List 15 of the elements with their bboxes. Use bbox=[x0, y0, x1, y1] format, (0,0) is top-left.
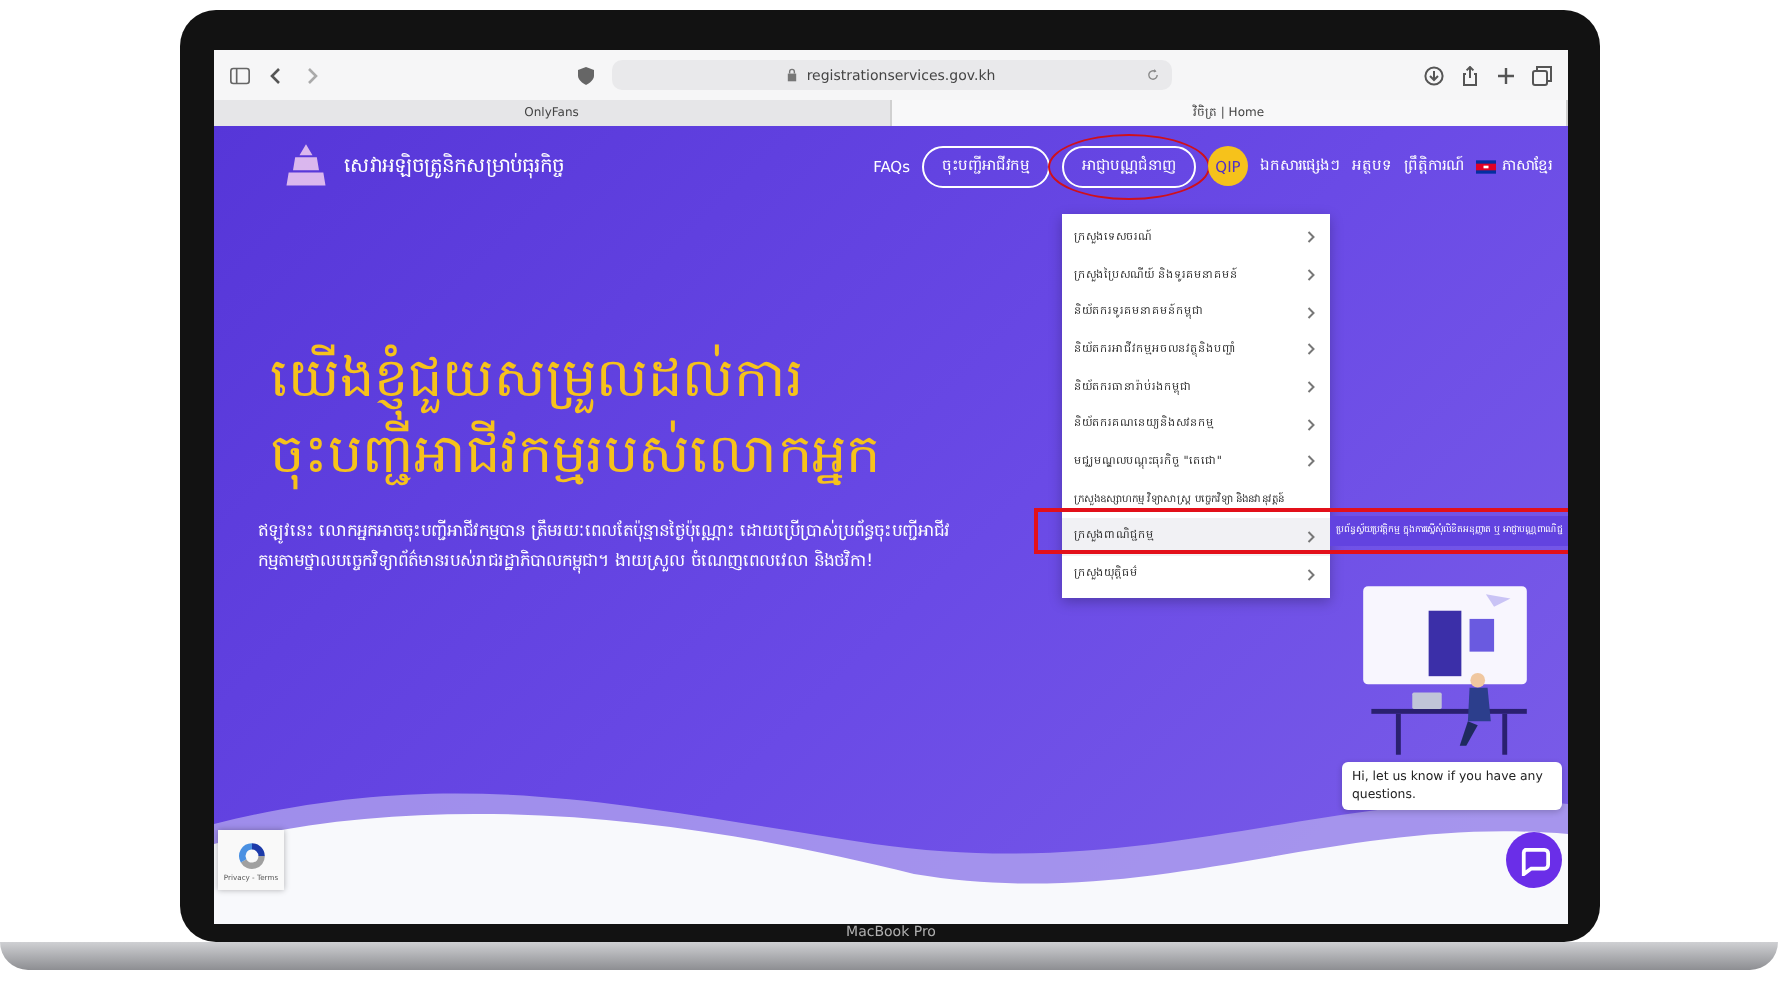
flag-icon bbox=[1476, 159, 1496, 173]
tabs-icon[interactable] bbox=[1532, 65, 1552, 85]
site-name[interactable]: សេវាអឡិចត្រូនិកសម្រាប់ធុរកិច្ច bbox=[344, 151, 564, 181]
shield-icon[interactable] bbox=[575, 65, 595, 85]
reload-icon[interactable] bbox=[1145, 68, 1159, 82]
share-icon[interactable] bbox=[1460, 65, 1480, 85]
hero-paragraph: ឥឡូវនេះ លោកអ្នកអាចចុះបញ្ជីអាជីវកម្មបាន ត្រឹមរយៈពេលតែប៉ុន្មានថ្ងៃប៉ុណ្ណោះ ដោយប្រើប្រាស់ប្រព័ន្ធចុះបញ្ជីអាជីវកម្មតាមថ្នាលបច្ចេកវិទ្យាព័ត៌មានរបស់រាជរដ្ឋាភិបាលកម្ពុជា។ ងាយស្រួល ចំណេញពេលវេលា និងថវិកា! bbox=[258, 518, 953, 578]
lock-icon bbox=[786, 68, 799, 82]
download-icon[interactable] bbox=[1424, 65, 1444, 85]
chat-icon bbox=[1519, 845, 1549, 875]
plus-icon[interactable] bbox=[1496, 65, 1516, 85]
hero-title: យើងខ្ញុំជួយសម្រួលដល់ការ ចុះបញ្ជីអាជីវកម្មរបស់លោកអ្នក bbox=[270, 342, 882, 494]
recaptcha-icon bbox=[235, 839, 267, 871]
sidebar-icon[interactable] bbox=[230, 65, 250, 85]
back-icon[interactable] bbox=[266, 65, 286, 85]
